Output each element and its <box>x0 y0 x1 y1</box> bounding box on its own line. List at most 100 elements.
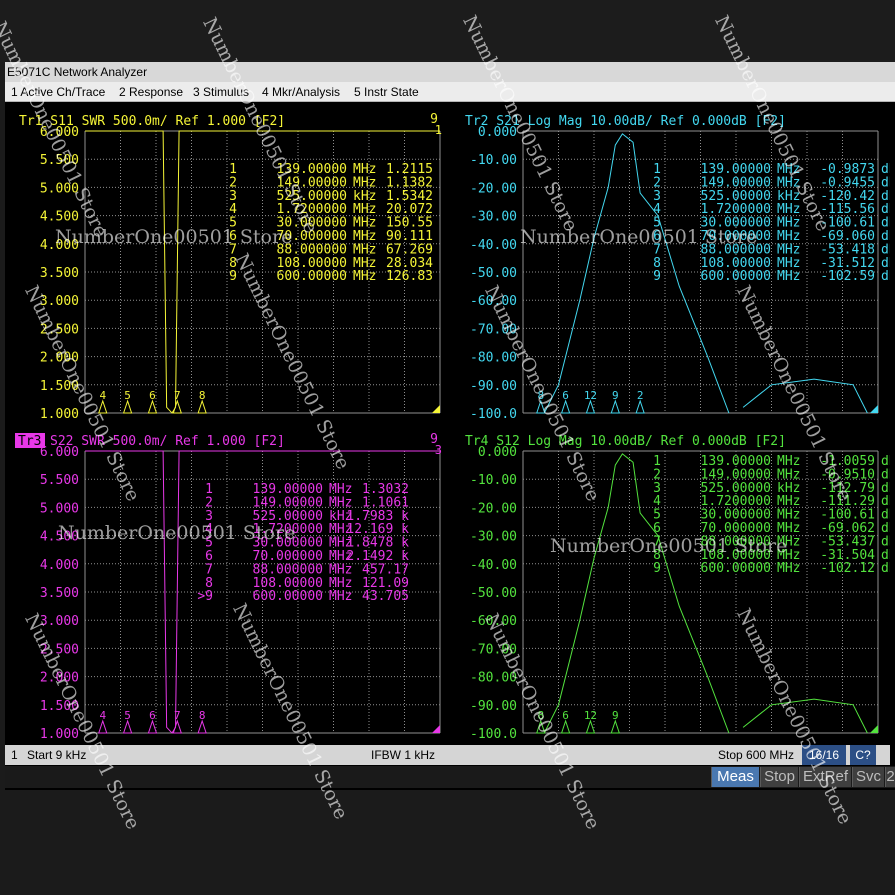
window-title: E5071C Network Analyzer <box>5 62 895 82</box>
analyzer-window: E5071C Network Analyzer 1 Active Ch/Trac… <box>5 62 895 790</box>
marker-frequency: 600.00000 <box>701 269 771 284</box>
y-tick-label: 0.000 <box>478 445 517 460</box>
marker-flag-label: 6 <box>562 709 569 722</box>
softkey-bar: Meas Stop ExtRef Svc 2 <box>5 766 895 788</box>
y-tick-label: 6.000 <box>40 445 79 460</box>
marker-unit: MHz <box>329 589 352 604</box>
cal-indicator: C? <box>850 745 876 765</box>
marker-flag <box>560 399 571 414</box>
menu-active-ch-trace[interactable]: 1 Active Ch/Trace <box>11 82 105 102</box>
y-tick-label: 4.000 <box>40 238 79 253</box>
y-tick-label: 6.000 <box>40 125 79 140</box>
marker-flag-label: 5 <box>124 709 131 722</box>
marker-flag-label: 6 <box>149 389 156 402</box>
y-tick-label: 2.000 <box>40 351 79 366</box>
marker-number: >9 <box>197 589 213 604</box>
marker-flag <box>197 719 207 734</box>
ifbw-value[interactable]: IFBW 1 kHz <box>371 745 435 765</box>
marker-flag <box>536 719 546 734</box>
marker-frequency: 600.00000 <box>277 269 347 284</box>
marker-flag-label: 12 <box>584 389 597 402</box>
marker-flag <box>560 719 571 734</box>
y-tick-label: 2.500 <box>40 642 79 657</box>
extref-softkey[interactable]: ExtRef <box>799 767 851 787</box>
marker-flag-label: 9 <box>612 709 619 722</box>
y-tick-label: -100.0 <box>470 727 517 742</box>
start-frequency[interactable]: Start 9 kHz <box>27 745 86 765</box>
marker-flag <box>585 719 596 734</box>
y-tick-label: 1.500 <box>40 699 79 714</box>
marker-flag-label: 6 <box>562 389 569 402</box>
points-indicator: 16/16 <box>802 745 846 765</box>
marker-flag <box>536 399 546 414</box>
y-tick-label: 5.000 <box>40 181 79 196</box>
measurement-screen: Tr1 S11 SWR 500.0m/ Ref 1.000 [F2] 9 6.000… <box>5 103 895 788</box>
reference-arrow <box>870 405 878 413</box>
marker-flag-label: 12 <box>584 709 597 722</box>
y-tick-label: -30.00 <box>470 530 517 545</box>
y-tick-label: 1.000 <box>40 407 79 422</box>
y-tick-label: 4.500 <box>40 530 79 545</box>
marker-flag-label: 8 <box>537 709 544 722</box>
marker-number: 9 <box>229 269 237 284</box>
marker-flag <box>122 719 133 734</box>
stop-softkey[interactable]: Stop <box>760 767 798 787</box>
marker-value: 126.83 <box>386 269 433 284</box>
y-tick-label: -90.00 <box>470 699 517 714</box>
marker-flag <box>98 399 108 414</box>
meas-softkey[interactable]: Meas <box>711 767 759 787</box>
menu-response[interactable]: 2 Response <box>119 82 183 102</box>
marker-flag <box>197 399 207 414</box>
marker-number: 9 <box>653 269 661 284</box>
y-tick-label: 1.500 <box>40 379 79 394</box>
y-tick-label: 3.500 <box>40 586 79 601</box>
marker-flag <box>610 399 620 414</box>
backdrop <box>0 0 895 62</box>
y-tick-label: -70.00 <box>470 642 517 657</box>
svc-softkey[interactable]: Svc <box>852 767 884 787</box>
marker-flag-label: 8 <box>199 709 206 722</box>
marker-flag <box>635 399 645 414</box>
marker-unit: MHz <box>777 561 800 576</box>
marker-flag <box>585 399 596 414</box>
y-tick-label: -50.00 <box>470 586 517 601</box>
y-tick-label: 4.000 <box>40 558 79 573</box>
y-tick-label: -20.00 <box>470 181 517 196</box>
y-tick-label: -90.00 <box>470 379 517 394</box>
y-tick-label: 3.000 <box>40 614 79 629</box>
marker-flag <box>172 399 182 414</box>
y-tick-label: -70.00 <box>470 322 517 337</box>
marker-flag-label: 2 <box>637 389 644 402</box>
marker-value: -102.59 <box>820 269 875 284</box>
marker-value-unit: dB <box>881 561 890 576</box>
y-tick-label: -60.00 <box>470 614 517 629</box>
reference-arrow <box>432 725 440 733</box>
menu-instr-state[interactable]: 5 Instr State <box>354 82 419 102</box>
marker-flag <box>147 719 158 734</box>
reference-arrow <box>870 725 878 733</box>
y-tick-label: 4.500 <box>40 210 79 225</box>
reference-arrow <box>432 405 440 413</box>
y-tick-label: 1.000 <box>40 727 79 742</box>
marker-flag <box>122 399 133 414</box>
trace-header: S22 SWR 500.0m/ Ref 1.000 [F2] <box>50 434 285 449</box>
menu-stimulus[interactable]: 3 Stimulus <box>193 82 249 102</box>
stop-frequency[interactable]: Stop 600 MHz <box>718 745 794 765</box>
marker-flag-label: 4 <box>99 709 106 722</box>
y-tick-label: -60.00 <box>470 294 517 309</box>
extra-softkey[interactable]: 2 <box>885 767 895 787</box>
marker-flag-label: 7 <box>174 389 181 402</box>
marker-flag <box>147 399 158 414</box>
marker-unit: MHz <box>777 269 800 284</box>
menu-bar: 1 Active Ch/Trace 2 Response 3 Stimulus … <box>5 82 895 102</box>
y-tick-label: -40.00 <box>470 238 517 253</box>
menu-mkr-analysis[interactable]: 4 Mkr/Analysis <box>262 82 340 102</box>
y-tick-label: -30.00 <box>470 210 517 225</box>
trace-corner-label: 3 <box>435 443 442 457</box>
marker-frequency: 600.00000 <box>253 589 323 604</box>
marker-unit: MHz <box>353 269 376 284</box>
channel-number: 1 <box>11 748 18 762</box>
marker-flag <box>98 719 108 734</box>
y-tick-label: -40.00 <box>470 558 517 573</box>
marker-value: -102.12 <box>820 561 875 576</box>
